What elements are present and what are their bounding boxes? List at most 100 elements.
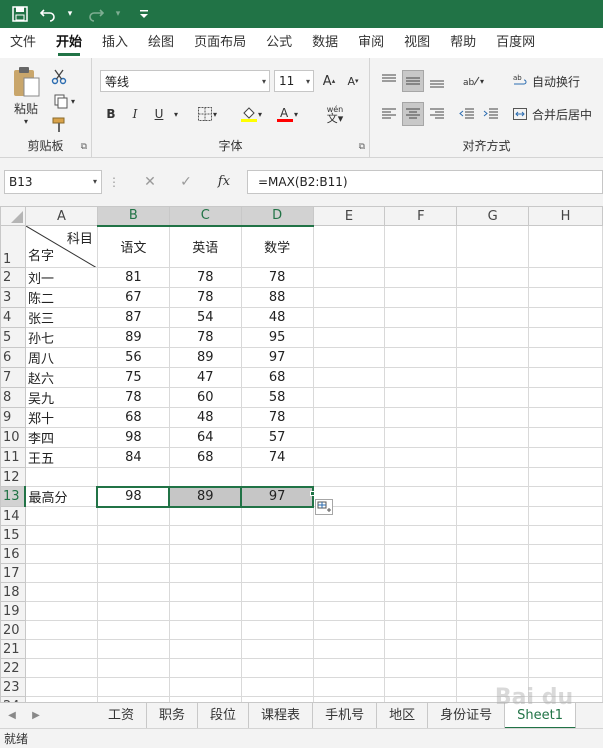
- merge-center-button[interactable]: 合并后居中: [512, 102, 600, 126]
- empty-cell[interactable]: [24, 525, 98, 545]
- empty-cell[interactable]: [384, 620, 458, 640]
- empty-cell[interactable]: [528, 427, 603, 448]
- empty-cell[interactable]: [384, 327, 458, 348]
- score-cell[interactable]: 97: [240, 347, 314, 368]
- empty-cell[interactable]: [384, 506, 458, 526]
- empty-cell[interactable]: [456, 506, 530, 526]
- tab-insert[interactable]: 插入: [92, 28, 138, 58]
- empty-cell[interactable]: [240, 639, 314, 659]
- empty-cell[interactable]: [96, 582, 170, 602]
- row-header-23[interactable]: 23: [0, 677, 26, 697]
- row-header-12[interactable]: 12: [0, 467, 26, 487]
- empty-cell[interactable]: [456, 525, 530, 545]
- score-cell[interactable]: 48: [168, 407, 242, 428]
- sheet-tab-rank[interactable]: 段位: [198, 702, 250, 729]
- sheet-tab-schedule[interactable]: 课程表: [249, 702, 314, 729]
- empty-cell[interactable]: [24, 544, 98, 564]
- empty-cell[interactable]: [312, 544, 386, 564]
- score-cell[interactable]: 68: [168, 447, 242, 468]
- empty-cell[interactable]: [456, 427, 530, 448]
- empty-cell[interactable]: [384, 427, 458, 448]
- empty-cell[interactable]: [384, 601, 458, 621]
- decrease-indent-icon[interactable]: [456, 102, 478, 126]
- score-cell[interactable]: 68: [96, 407, 170, 428]
- scroll-right-icon[interactable]: ▶: [24, 710, 48, 721]
- row-header-9[interactable]: 9: [0, 407, 26, 428]
- score-cell[interactable]: 47: [168, 367, 242, 388]
- empty-cell[interactable]: [456, 639, 530, 659]
- empty-cell[interactable]: [96, 506, 170, 526]
- empty-cell[interactable]: [240, 658, 314, 678]
- score-cell[interactable]: 98: [96, 427, 170, 448]
- score-cell[interactable]: 58: [240, 387, 314, 408]
- subject-header-1[interactable]: 英语: [168, 225, 242, 268]
- row-header-21[interactable]: 21: [0, 639, 26, 659]
- empty-cell[interactable]: [240, 563, 314, 583]
- empty-cell[interactable]: [312, 367, 386, 388]
- column-header-f[interactable]: F: [384, 206, 458, 226]
- empty-cell[interactable]: [96, 544, 170, 564]
- empty-cell[interactable]: [456, 601, 530, 621]
- tab-view[interactable]: 视图: [394, 28, 440, 58]
- empty-cell[interactable]: [384, 544, 458, 564]
- row-header-6[interactable]: 6: [0, 347, 26, 368]
- empty-cell[interactable]: [240, 677, 314, 697]
- empty-cell[interactable]: [528, 307, 603, 328]
- score-cell[interactable]: 78: [168, 287, 242, 308]
- empty-cell[interactable]: [528, 387, 603, 408]
- empty-cell[interactable]: [312, 467, 386, 487]
- empty-cell[interactable]: [528, 486, 603, 507]
- row-header-20[interactable]: 20: [0, 620, 26, 640]
- empty-cell[interactable]: [384, 639, 458, 659]
- max-score-cell[interactable]: 89: [168, 485, 243, 508]
- cell-e1[interactable]: [312, 225, 386, 268]
- max-score-cell[interactable]: 98: [96, 485, 171, 508]
- empty-cell[interactable]: [312, 563, 386, 583]
- sheet-tab-position[interactable]: 职务: [147, 702, 199, 729]
- student-name-cell[interactable]: 李四: [24, 427, 98, 448]
- score-cell[interactable]: 78: [240, 267, 314, 288]
- cell-a1-diagonal-header[interactable]: 科目 名字: [24, 225, 98, 268]
- cancel-icon[interactable]: ✕: [140, 170, 160, 194]
- empty-cell[interactable]: [384, 267, 458, 288]
- empty-cell[interactable]: [312, 267, 386, 288]
- empty-cell[interactable]: [384, 367, 458, 388]
- empty-cell[interactable]: [312, 677, 386, 697]
- formula-input[interactable]: =MAX(B2:B11): [247, 170, 603, 194]
- tab-formulas[interactable]: 公式: [256, 28, 302, 58]
- scroll-left-icon[interactable]: ◀: [0, 710, 24, 721]
- score-cell[interactable]: 74: [240, 447, 314, 468]
- empty-cell[interactable]: [24, 506, 98, 526]
- empty-cell[interactable]: [240, 506, 314, 526]
- student-name-cell[interactable]: 王五: [24, 447, 98, 468]
- fill-handle[interactable]: [310, 491, 315, 496]
- empty-cell[interactable]: [168, 506, 242, 526]
- score-cell[interactable]: 95: [240, 327, 314, 348]
- subject-header-0[interactable]: 语文: [96, 225, 170, 268]
- score-cell[interactable]: 78: [168, 327, 242, 348]
- row-header-3[interactable]: 3: [0, 287, 26, 308]
- score-cell[interactable]: 60: [168, 387, 242, 408]
- tab-help[interactable]: 帮助: [440, 28, 486, 58]
- row-header-8[interactable]: 8: [0, 387, 26, 408]
- row-header-2[interactable]: 2: [0, 267, 26, 288]
- score-cell[interactable]: 64: [168, 427, 242, 448]
- save-icon[interactable]: [8, 2, 32, 26]
- empty-cell[interactable]: [96, 467, 170, 487]
- empty-cell[interactable]: [96, 658, 170, 678]
- row-header-17[interactable]: 17: [0, 563, 26, 583]
- empty-cell[interactable]: [384, 582, 458, 602]
- empty-cell[interactable]: [456, 267, 530, 288]
- tab-page-layout[interactable]: 页面布局: [184, 28, 256, 58]
- font-launcher-icon[interactable]: ⧉: [359, 142, 365, 152]
- undo-dropdown-icon[interactable]: ▾: [64, 9, 76, 19]
- student-name-cell[interactable]: 吴九: [24, 387, 98, 408]
- customize-icon[interactable]: [132, 2, 156, 26]
- redo-dropdown-icon[interactable]: ▾: [112, 9, 124, 19]
- empty-cell[interactable]: [384, 287, 458, 308]
- paste-button[interactable]: 粘贴 ▾: [6, 64, 46, 128]
- empty-cell[interactable]: [168, 677, 242, 697]
- empty-cell[interactable]: [456, 582, 530, 602]
- score-cell[interactable]: 84: [96, 447, 170, 468]
- empty-cell[interactable]: [384, 447, 458, 468]
